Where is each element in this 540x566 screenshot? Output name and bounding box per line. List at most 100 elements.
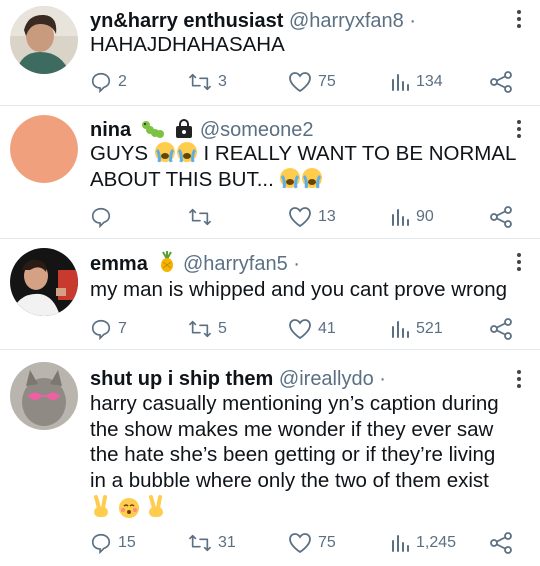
reply-count: 7	[118, 320, 127, 337]
avatar[interactable]	[10, 115, 78, 183]
retweet-count: 31	[218, 534, 236, 551]
user-handle[interactable]: @someone2	[200, 119, 314, 141]
share-button[interactable]	[489, 204, 513, 230]
tweet-text-line: the show makes me wonder if they ever sa…	[90, 417, 494, 441]
heart-icon	[289, 207, 311, 228]
user-handle[interactable]: @ireallydo	[279, 368, 374, 390]
analytics-icon	[392, 535, 409, 552]
retweet-button[interactable]: 3	[188, 69, 227, 95]
tweet[interactable]: nina @someone2 GUYS I REALLY WANT TO BE …	[0, 106, 540, 239]
separator: ·	[409, 10, 416, 32]
like-count: 75	[318, 73, 336, 90]
retweet-icon	[189, 320, 211, 338]
view-count: 90	[416, 208, 434, 225]
like-button[interactable]: 41	[288, 316, 336, 342]
views-button[interactable]: 134	[390, 69, 443, 95]
display-name[interactable]: nina	[90, 119, 131, 141]
tweet-actions: 2 3 75 134	[90, 69, 520, 95]
retweet-button[interactable]: 5	[188, 316, 227, 342]
user-handle[interactable]: @harryxfan8	[289, 10, 404, 32]
tweet[interactable]: shut up i ship them @ireallydo · harry c…	[0, 350, 540, 566]
tweet[interactable]: emma @harryfan5 · my man is whipped and …	[0, 239, 540, 350]
reply-button[interactable]: 15	[90, 530, 136, 556]
like-button[interactable]: 75	[288, 530, 336, 556]
tweet-actions: 13 90	[90, 204, 520, 230]
heart-icon	[289, 319, 311, 340]
reply-button[interactable]	[90, 204, 118, 230]
retweet-count: 5	[218, 320, 227, 337]
separator: ·	[379, 368, 386, 390]
tweet-header: emma @harryfan5 ·	[90, 251, 500, 276]
user-handle[interactable]: @harryfan5	[183, 253, 288, 275]
share-button[interactable]	[489, 316, 513, 342]
avatar[interactable]	[10, 362, 78, 430]
more-options-icon[interactable]	[516, 120, 522, 141]
display-name[interactable]: shut up i ship them	[90, 368, 273, 390]
share-icon	[490, 532, 512, 554]
view-count: 1,245	[416, 534, 457, 551]
more-options-icon[interactable]	[516, 253, 522, 274]
more-options-icon[interactable]	[516, 10, 522, 31]
like-count: 13	[318, 208, 336, 225]
emoji-line	[90, 495, 526, 523]
tweet-text-line: the hate she’s been getting or if they’r…	[90, 443, 496, 466]
retweet-icon	[189, 73, 211, 91]
views-button[interactable]: 521	[390, 316, 443, 342]
view-count: 521	[416, 320, 443, 337]
text-segment: ABOUT THIS BUT...	[90, 167, 274, 191]
avatar[interactable]	[10, 248, 78, 316]
retweet-icon	[189, 534, 211, 552]
share-icon	[490, 318, 512, 340]
share-button[interactable]	[489, 530, 513, 556]
reply-icon	[91, 207, 111, 228]
tweet-header: yn&harry enthusiast @harryxfan8 ·	[90, 9, 500, 33]
more-options-icon[interactable]	[516, 370, 522, 391]
tweet-text: HAHAJDHAHASAHA	[90, 33, 285, 56]
text-segment: GUYS	[90, 142, 149, 165]
separator: ·	[293, 253, 300, 275]
reply-icon	[91, 319, 111, 340]
reply-icon	[91, 72, 111, 93]
avatar[interactable]	[10, 6, 78, 74]
tweet-actions: 15 31 75 1,245	[90, 530, 520, 556]
lock-bag-icon	[176, 119, 193, 138]
tweet[interactable]: yn&harry enthusiast @harryxfan8 · HAHAJD…	[0, 0, 540, 106]
reply-count: 15	[118, 534, 136, 551]
crying-face-emoji	[280, 167, 301, 188]
analytics-icon	[392, 74, 409, 91]
tweet-text: GUYS I REALLY WANT TO BE NORMAL ABOUT TH…	[90, 141, 526, 192]
crying-face-emoji	[154, 142, 175, 163]
tweet-header: nina @someone2	[90, 118, 500, 142]
views-button[interactable]: 1,245	[390, 530, 456, 556]
share-button[interactable]	[489, 69, 513, 95]
retweet-button[interactable]	[188, 204, 218, 230]
caterpillar-icon	[141, 121, 164, 138]
tweet-actions: 7 5 41 521	[90, 316, 520, 342]
retweet-icon	[189, 208, 211, 226]
text-segment: I REALLY WANT TO BE NORMAL	[203, 142, 517, 165]
like-count: 75	[318, 534, 336, 551]
share-icon	[490, 71, 512, 93]
reply-count: 2	[118, 73, 127, 90]
reply-button[interactable]: 7	[90, 316, 127, 342]
retweet-button[interactable]: 31	[188, 530, 236, 556]
retweet-count: 3	[218, 73, 227, 90]
display-name[interactable]: yn&harry enthusiast	[90, 10, 283, 32]
like-button[interactable]: 13	[288, 204, 336, 230]
heart-icon	[289, 72, 311, 93]
tweet-text-line: GUYS I REALLY WANT TO BE NORMAL	[90, 141, 526, 167]
tweet-text-line: ABOUT THIS BUT...	[90, 167, 526, 193]
tweet-text-line: in a bubble where only the two of them e…	[90, 468, 489, 492]
view-count: 134	[416, 73, 443, 90]
display-name[interactable]: emma	[90, 253, 148, 275]
tweet-text: my man is whipped and you cant prove wro…	[90, 278, 508, 301]
views-button[interactable]: 90	[390, 204, 434, 230]
reply-button[interactable]: 2	[90, 69, 127, 95]
heart-icon	[289, 533, 311, 554]
share-icon	[490, 206, 512, 228]
tweet-text: harry casually mentioning yn’s caption d…	[90, 391, 526, 523]
tweet-text-line: harry casually mentioning yn’s caption d…	[90, 392, 499, 415]
tweet-feed: yn&harry enthusiast @harryxfan8 · HAHAJD…	[0, 0, 540, 566]
kissing-face-emoji	[118, 498, 139, 518]
like-button[interactable]: 75	[288, 69, 336, 95]
